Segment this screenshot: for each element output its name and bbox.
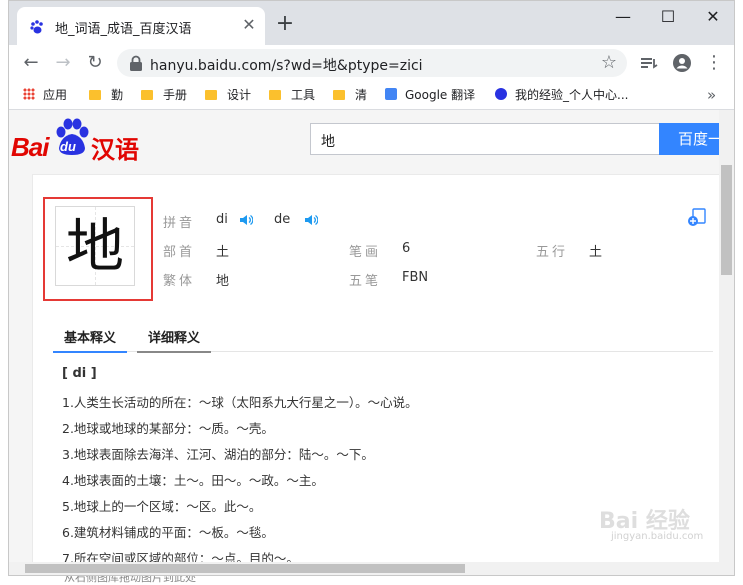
- bookmark-google-translate[interactable]: Google 翻译: [385, 86, 475, 104]
- bookmarks-bar: 应用 勤 手册 设计 工具 清 Google 翻译 我的经验_个人中心... »: [9, 81, 734, 110]
- definition-item: 1.人类生长活动的所在：～球（太阳系九大行星之一）。～心说。: [62, 395, 418, 410]
- radical-value: 土: [216, 245, 230, 260]
- definition-item: 2.地球或地球的某部分：～质。～壳。: [62, 421, 274, 436]
- strokes-label: 笔画: [349, 245, 382, 260]
- google-translate-icon: [385, 88, 397, 100]
- bookmark-apps[interactable]: 应用: [23, 86, 67, 104]
- folder-icon: [205, 90, 217, 100]
- bookmark-jingyan[interactable]: 我的经验_个人中心...: [495, 86, 628, 104]
- bookmark-folder[interactable]: 设计: [205, 86, 251, 104]
- wuxing-label: 五行: [536, 245, 569, 260]
- bookmark-folder[interactable]: 清: [333, 86, 367, 104]
- pinyin-value: de: [274, 212, 291, 227]
- vertical-scrollbar[interactable]: [719, 110, 734, 562]
- definition-pinyin-header: [ di ]: [62, 366, 97, 381]
- folder-icon: [333, 90, 345, 100]
- speaker-icon[interactable]: [239, 214, 253, 226]
- definition-item: 7.所在空间或区域的部位：～点。目的～。: [62, 551, 299, 562]
- close-tab-icon[interactable]: ✕: [239, 15, 259, 35]
- character-highlight-frame: 地: [43, 197, 153, 301]
- watermark-url: jingyan.baidu.com: [611, 531, 704, 542]
- logo-du: du: [60, 139, 76, 154]
- reload-icon[interactable]: ↻: [83, 51, 107, 75]
- wubi-label: 五笔: [349, 274, 382, 289]
- baidu-paw-icon: [495, 88, 507, 100]
- page-content: Bai du 汉语 地 百度一 地 拼音 di de 部首 土 笔画 6 五行 …: [9, 110, 719, 562]
- minimize-icon[interactable]: —: [608, 7, 638, 31]
- folder-icon: [141, 90, 153, 100]
- horizontal-scrollbar[interactable]: [9, 562, 734, 575]
- apps-grid-icon: [23, 88, 35, 100]
- search-input-value: 地: [321, 134, 335, 150]
- vertical-scroll-thumb[interactable]: [721, 165, 732, 275]
- bookmark-folder[interactable]: 手册: [141, 86, 187, 104]
- browser-window: 地_词语_成语_百度汉语 ✕ + — ☐ ✕ ← → ↻ hanyu.baidu…: [8, 0, 735, 576]
- baidu-paw-icon: [30, 20, 43, 34]
- tab-basic-definition[interactable]: 基本释义: [53, 327, 127, 353]
- radical-label: 部首: [163, 245, 196, 260]
- tab-title: 地_词语_成语_百度汉语: [55, 22, 192, 37]
- definition-item: 5.地球上的一个区域：～区。此～。: [62, 499, 262, 514]
- wuxing-value: 土: [589, 245, 603, 260]
- browser-toolbar: ← → ↻ hanyu.baidu.com/s?wd=地&ptype=zici …: [9, 45, 734, 81]
- character-glyph: 地: [65, 212, 124, 280]
- address-bar[interactable]: hanyu.baidu.com/s?wd=地&ptype=zici ☆: [117, 49, 627, 77]
- bookmark-folder[interactable]: 工具: [269, 86, 315, 104]
- maximize-icon[interactable]: ☐: [653, 7, 683, 31]
- strokes-value: 6: [402, 241, 411, 256]
- pinyin-label: 拼音: [163, 216, 196, 231]
- more-bookmarks-icon[interactable]: »: [707, 86, 716, 104]
- traditional-value: 地: [216, 274, 230, 289]
- speaker-icon[interactable]: [304, 214, 318, 226]
- logo-hanyu: 汉语: [91, 136, 139, 164]
- wubi-value: FBN: [402, 270, 429, 285]
- lock-icon: [130, 55, 142, 71]
- character-glyph-box: 地: [55, 206, 135, 286]
- forward-icon[interactable]: →: [51, 51, 75, 75]
- add-to-vocabulary-icon[interactable]: [687, 207, 709, 227]
- window-close-icon[interactable]: ✕: [698, 7, 728, 31]
- url-text: hanyu.baidu.com/s?wd=地&ptype=zici: [150, 58, 423, 74]
- bookmark-folder[interactable]: 勤: [89, 86, 123, 104]
- menu-kebab-icon[interactable]: ⋮: [702, 51, 726, 75]
- back-icon[interactable]: ←: [19, 51, 43, 75]
- folder-icon: [89, 90, 101, 100]
- logo-bai: Bai: [11, 132, 49, 162]
- folder-icon: [269, 90, 281, 100]
- definition-item: 3.地球表面除去海洋、江河、湖泊的部分：陆～。～下。: [62, 447, 374, 462]
- horizontal-scroll-thumb[interactable]: [25, 564, 465, 573]
- browser-tab[interactable]: 地_词语_成语_百度汉语 ✕: [17, 7, 265, 45]
- tab-detailed-definition[interactable]: 详细释义: [137, 327, 211, 353]
- definition-item: 4.地球表面的土壤：土～。田～。～政。～主。: [62, 473, 324, 488]
- traditional-label: 繁体: [163, 274, 196, 289]
- profile-avatar-icon[interactable]: [672, 53, 692, 73]
- new-tab-button[interactable]: +: [273, 13, 297, 37]
- reading-list-icon[interactable]: [640, 55, 658, 71]
- search-button[interactable]: 百度一: [659, 123, 719, 155]
- definition-item: 6.建筑材料铺成的平面：～板。～毯。: [62, 525, 274, 540]
- tab-strip: 地_词语_成语_百度汉语 ✕ + — ☐ ✕: [9, 1, 734, 45]
- pinyin-value: di: [216, 212, 228, 227]
- search-input[interactable]: 地: [310, 123, 660, 155]
- bookmark-star-icon[interactable]: ☆: [601, 52, 617, 73]
